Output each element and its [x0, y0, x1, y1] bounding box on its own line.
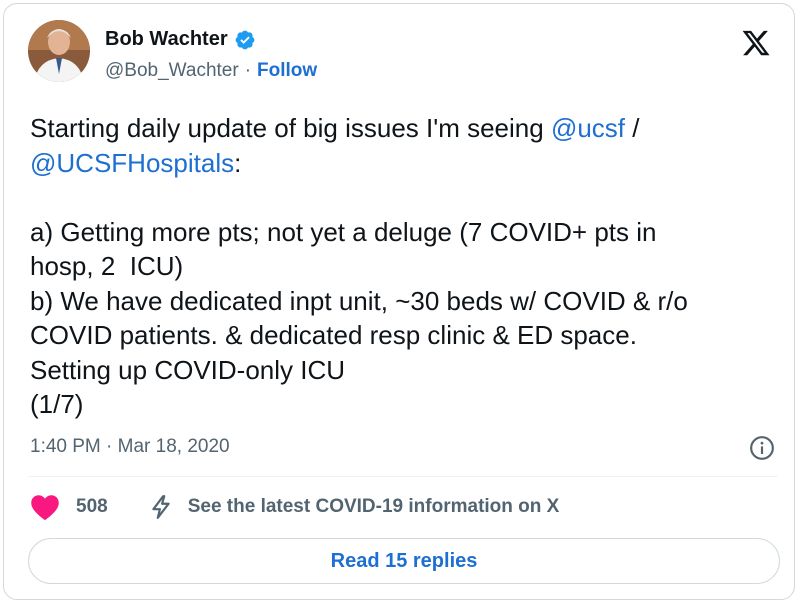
mention-ucsf-link[interactable]: @ucsf	[551, 113, 625, 143]
like-count: 508	[76, 496, 108, 517]
tweet-timestamp[interactable]: 1:40 PM · Mar 18, 2020	[30, 436, 230, 458]
covid-info-label: See the latest COVID-19 information on X	[187, 496, 560, 517]
author-handle[interactable]: @Bob_Wachter	[105, 60, 239, 82]
tweet-text-part: Starting daily update of big issues I'm …	[30, 113, 551, 143]
bolt-icon	[152, 495, 170, 519]
heart-icon	[31, 495, 59, 521]
x-logo-icon[interactable]	[739, 28, 773, 58]
tweet-text-part: /	[632, 113, 640, 143]
covid-info-link[interactable]: See the latest COVID-19 information on X	[148, 494, 560, 520]
divider	[28, 476, 778, 477]
like-button[interactable]: 508	[30, 493, 108, 521]
read-replies-button[interactable]: Read 15 replies	[28, 538, 780, 584]
follow-button[interactable]: Follow	[257, 60, 317, 82]
author-name[interactable]: Bob Wachter	[105, 28, 228, 51]
mention-ucsfhospitals-link[interactable]: @UCSFHospitals	[30, 148, 234, 178]
verified-badge-icon	[235, 30, 255, 49]
info-icon[interactable]	[749, 435, 775, 461]
tweet-text-part: : a) Getting more pts; not yet a deluge …	[30, 147, 688, 420]
tweet-card: Bob Wachter @Bob_Wachter · Follow Starti…	[3, 3, 795, 600]
avatar[interactable]	[28, 20, 90, 82]
separator-dot: ·	[244, 60, 252, 81]
tweet-text: Starting daily update of big issues I'm …	[30, 111, 780, 422]
